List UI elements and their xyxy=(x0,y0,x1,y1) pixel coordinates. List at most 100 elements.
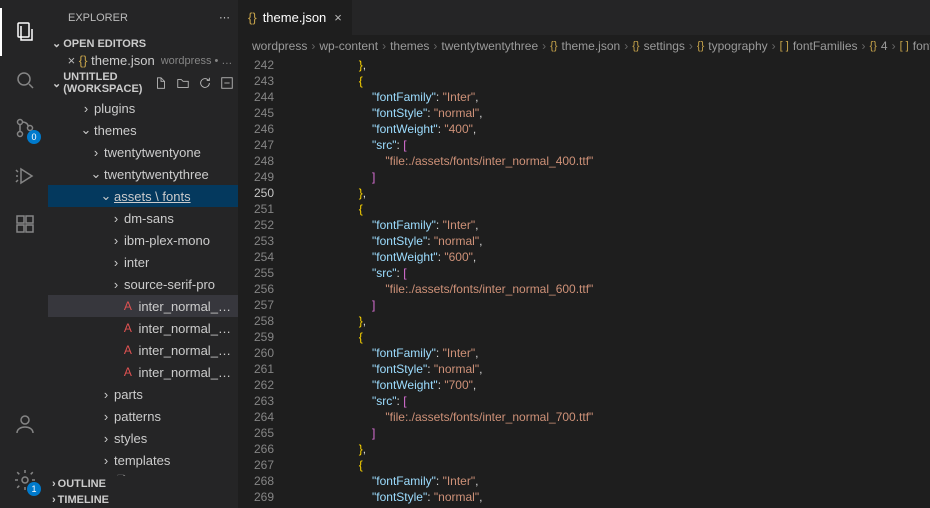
tree-label: ibm-plex-mono xyxy=(124,233,210,248)
tree-row[interactable]: ⌄assets \ fonts xyxy=(48,185,238,207)
tree-row[interactable]: ›parts xyxy=(48,383,238,405)
chevron-icon: › xyxy=(88,145,104,160)
tree-row[interactable]: ⌄twentytwentythree xyxy=(48,163,238,185)
file-tree[interactable]: ›plugins⌄themes›twentytwentyone⌄twentytw… xyxy=(48,97,238,476)
scm-badge: 0 xyxy=(27,130,41,144)
code-content[interactable]: }, { "fontFamily": "Inter", "fontStyle":… xyxy=(288,57,930,508)
activity-settings-icon[interactable]: 1 xyxy=(1,456,49,504)
tree-label: styles xyxy=(114,431,147,446)
open-editor-item[interactable]: ×{} theme.jsonwordpress • wp-conte... xyxy=(48,52,238,69)
explorer-header: EXPLORER ⋯ xyxy=(48,0,238,35)
breadcrumbs[interactable]: wordpress›wp-content›themes›twentytwenty… xyxy=(238,35,930,57)
tree-row[interactable]: ›plugins xyxy=(48,97,238,119)
activity-scm-icon[interactable]: 0 xyxy=(1,104,49,152)
tree-label: inter xyxy=(124,255,149,270)
tree-label: inter_normal_500.ttf xyxy=(138,321,234,336)
tree-label: templates xyxy=(114,453,170,468)
tree-row[interactable]: ›twentytwentyone xyxy=(48,141,238,163)
tree-label: assets \ fonts xyxy=(114,189,191,204)
chevron-icon: ⌄ xyxy=(98,188,114,204)
breadcrumb-item[interactable]: theme.json xyxy=(562,39,621,53)
editor-tabs: {} theme.json × xyxy=(238,0,930,35)
tree-label: parts xyxy=(114,387,143,402)
refresh-icon[interactable] xyxy=(198,76,212,90)
tree-row[interactable]: Ainter_normal_500.ttf xyxy=(48,317,238,339)
json-icon: {} xyxy=(248,10,257,25)
breadcrumb-item[interactable]: themes xyxy=(390,39,429,53)
explorer-more-icon[interactable]: ⋯ xyxy=(219,11,230,24)
chevron-down-icon: ⌄ xyxy=(52,77,61,90)
tree-label: twentytwentyone xyxy=(104,145,201,160)
tree-label: plugins xyxy=(94,101,135,116)
tree-label: patterns xyxy=(114,409,161,424)
activity-search-icon[interactable] xyxy=(1,56,49,104)
chevron-icon: › xyxy=(98,387,114,402)
breadcrumb-item[interactable]: typography xyxy=(708,39,767,53)
tree-row[interactable]: Ainter_normal_700.ttf xyxy=(48,361,238,383)
breadcrumb-icon: {} xyxy=(870,40,877,52)
tree-row[interactable]: Ainter_normal_600.ttf xyxy=(48,339,238,361)
tree-row[interactable]: ›styles xyxy=(48,427,238,449)
open-editors-header[interactable]: ⌄ OPEN EDITORS xyxy=(48,35,238,52)
settings-badge: 1 xyxy=(27,482,41,496)
breadcrumb-item[interactable]: wordpress xyxy=(252,39,307,53)
tree-label: inter_normal_600.ttf xyxy=(138,343,234,358)
new-folder-icon[interactable] xyxy=(176,76,190,90)
explorer-title: EXPLORER xyxy=(68,12,128,24)
tree-label: source-serif-pro xyxy=(124,277,215,292)
tab-theme-json[interactable]: {} theme.json × xyxy=(238,0,353,35)
chevron-icon: › xyxy=(108,255,124,270)
breadcrumb-item[interactable]: wp-content xyxy=(319,39,378,53)
outline-header[interactable]: › OUTLINE xyxy=(48,476,238,492)
tree-label: inter_normal_700.ttf xyxy=(138,365,234,380)
tree-row[interactable]: Ainter_normal_400.ttf xyxy=(48,295,238,317)
chevron-icon: › xyxy=(78,101,94,116)
breadcrumb-icon: {} xyxy=(697,40,704,52)
tree-label: themes xyxy=(94,123,137,138)
new-file-icon[interactable] xyxy=(154,76,168,90)
chevron-icon: › xyxy=(98,453,114,468)
timeline-header[interactable]: › TIMELINE xyxy=(48,492,238,508)
breadcrumb-item[interactable]: 4 xyxy=(881,39,888,53)
breadcrumb-icon: [ ] xyxy=(780,40,789,52)
tree-row[interactable]: ›source-serif-pro xyxy=(48,273,238,295)
tree-label: inter_normal_400.ttf xyxy=(138,299,234,314)
close-icon[interactable]: × xyxy=(66,53,77,68)
chevron-icon: ⌄ xyxy=(78,122,94,138)
breadcrumb-item[interactable]: settings xyxy=(644,39,685,53)
chevron-right-icon: › xyxy=(52,494,56,506)
tree-row[interactable]: ›dm-sans xyxy=(48,207,238,229)
close-icon[interactable]: × xyxy=(334,10,342,25)
tree-row[interactable]: ›templates xyxy=(48,449,238,471)
tree-row[interactable]: ›ibm-plex-mono xyxy=(48,229,238,251)
chevron-down-icon: ⌄ xyxy=(52,37,61,50)
tree-label: twentytwentythree xyxy=(104,167,209,182)
tree-row[interactable]: ⌄themes xyxy=(48,119,238,141)
chevron-icon: ⌄ xyxy=(88,166,104,182)
workspace-header[interactable]: ⌄ UNTITLED (WORKSPACE) xyxy=(48,69,238,97)
activity-bar: 0 1 xyxy=(0,0,48,508)
sidebar: EXPLORER ⋯ ⌄ OPEN EDITORS ×{} theme.json… xyxy=(48,0,238,508)
breadcrumb-item[interactable]: twentytwentythree xyxy=(441,39,538,53)
json-icon: {} xyxy=(79,53,88,68)
breadcrumb-icon: {} xyxy=(632,40,639,52)
collapse-icon[interactable] xyxy=(220,76,234,90)
breadcrumb-item[interactable]: fontFace xyxy=(913,39,930,53)
activity-account-icon[interactable] xyxy=(1,400,49,448)
code-editor[interactable]: 2422432442452462472482492502512522532542… xyxy=(238,57,930,508)
chevron-right-icon: › xyxy=(52,478,56,490)
breadcrumb-icon: {} xyxy=(550,40,557,52)
tab-label: theme.json xyxy=(263,10,327,25)
file-icon: A xyxy=(121,365,134,379)
file-icon: A xyxy=(121,321,134,335)
tree-row[interactable]: ›inter xyxy=(48,251,238,273)
line-gutter: 2422432442452462472482492502512522532542… xyxy=(238,57,288,508)
chevron-icon: › xyxy=(108,277,124,292)
file-icon: A xyxy=(121,299,134,313)
activity-debug-icon[interactable] xyxy=(1,152,49,200)
tree-row[interactable]: ›patterns xyxy=(48,405,238,427)
chevron-icon: › xyxy=(108,233,124,248)
activity-extensions-icon[interactable] xyxy=(1,200,49,248)
breadcrumb-item[interactable]: fontFamilies xyxy=(793,39,858,53)
activity-explorer-icon[interactable] xyxy=(0,8,48,56)
